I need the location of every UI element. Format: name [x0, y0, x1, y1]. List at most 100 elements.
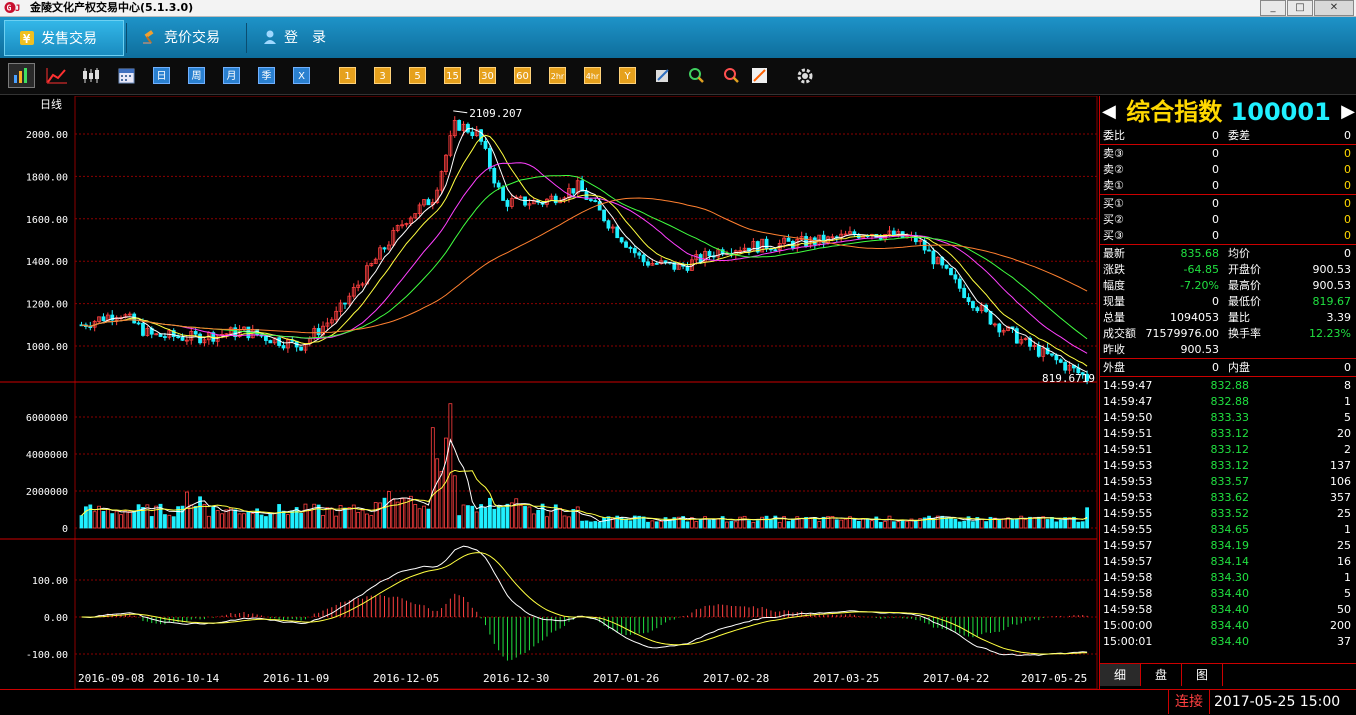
tick-time: 14:59:51 — [1103, 427, 1153, 440]
volume-bar — [1058, 519, 1063, 529]
svg-text:¥: ¥ — [23, 32, 31, 46]
volume-bar — [685, 521, 690, 529]
volume-bar — [584, 520, 589, 529]
maximize-button[interactable]: □ — [1287, 0, 1313, 16]
chart-panel[interactable]: 日线 2000.00 1800.00 1600.00 1400.00 1200.00 100… — [0, 95, 1098, 690]
volume-bar — [812, 517, 817, 529]
candle-body — [654, 262, 659, 265]
period-quarter-button[interactable]: 季 — [258, 67, 275, 84]
period-2hr-button[interactable]: 2hr — [549, 67, 566, 84]
tab-chart[interactable]: 图 — [1182, 664, 1223, 686]
prev-symbol-arrow-icon[interactable]: ◀ — [1102, 96, 1116, 128]
quote-v1: 900.53 — [1180, 343, 1220, 356]
volume-bar — [391, 499, 396, 529]
tick-price: 833.33 — [1210, 411, 1250, 424]
zoom-out-button[interactable] — [723, 67, 740, 84]
period-4hr-button[interactable]: 4hr — [584, 67, 601, 84]
quote-l1: 委比 — [1103, 129, 1125, 142]
period-year-button[interactable]: Y — [619, 67, 636, 84]
bar-chart-button[interactable] — [8, 63, 35, 88]
candle-body — [927, 249, 931, 252]
price-tick-label: 1400.00 — [26, 257, 68, 268]
draw-line-button[interactable] — [751, 67, 768, 84]
candle-body — [949, 267, 953, 276]
tick-price: 834.40 — [1210, 587, 1250, 600]
tab-issue-trading[interactable]: ¥ 发售交易 — [4, 20, 124, 56]
period-3min-button[interactable]: 3 — [374, 67, 391, 84]
quote-row: 昨收 900.53 — [1100, 342, 1356, 358]
minimize-button[interactable]: _ — [1260, 0, 1286, 16]
tab-detail[interactable]: 细 — [1100, 664, 1141, 686]
quote-v2: 900.53 — [1312, 279, 1352, 292]
macd-tick-label: -100.00 — [26, 650, 68, 661]
edit-icon — [656, 69, 669, 82]
candle-body — [931, 250, 936, 265]
tab-login[interactable]: 登 录 — [248, 20, 348, 56]
date-tick-label: 2016-12-05 — [373, 672, 439, 685]
kline-chart[interactable]: 日线 2000.00 1800.00 1600.00 1400.00 1200.00 100… — [0, 95, 1098, 690]
volume-bar — [531, 513, 536, 529]
line-chart-button[interactable] — [46, 67, 68, 84]
period-15min-button[interactable]: 15 — [444, 67, 461, 84]
volume-bar — [870, 520, 874, 529]
quote-row: 买③ 0 0 — [1100, 228, 1356, 244]
zoom-in-button[interactable] — [688, 67, 705, 84]
edit-button[interactable] — [654, 67, 671, 84]
volume-bar — [891, 521, 896, 529]
volume-bar — [751, 522, 756, 529]
period-month-button[interactable]: 月 — [223, 67, 240, 84]
settings-button[interactable] — [795, 67, 815, 84]
tick-price: 832.88 — [1210, 379, 1250, 392]
quote-row: 总量 1094053 量比 3.39 — [1100, 310, 1356, 326]
tab-bidding-trading[interactable]: 竞价交易 — [128, 20, 244, 56]
draw-line-icon — [752, 68, 767, 83]
volume-bar — [641, 516, 646, 529]
volume-bar — [483, 507, 488, 529]
index-name: 综合指数 — [1126, 98, 1223, 126]
quote-row: 外盘 0 内盘 0 — [1100, 360, 1356, 376]
tick-time: 14:59:51 — [1103, 443, 1153, 456]
quote-l1: 昨收 — [1103, 343, 1125, 356]
volume-bar — [307, 510, 312, 529]
period-30min-button[interactable]: 30 — [479, 67, 496, 84]
candle-body — [1063, 361, 1068, 371]
period-x-button[interactable]: X — [293, 67, 310, 84]
quote-l2: 均价 — [1228, 247, 1250, 260]
period-1min-button[interactable]: 1 — [339, 67, 356, 84]
candlestick-button[interactable] — [80, 67, 102, 84]
quote-v1: 0 — [1212, 179, 1219, 192]
volume-bar — [571, 509, 576, 529]
volume-bar — [373, 502, 378, 529]
volume-bar — [343, 507, 347, 529]
volume-bar — [839, 519, 844, 529]
volume-bar — [887, 515, 892, 529]
period-week-button[interactable]: 周 — [188, 67, 205, 84]
period-day-button[interactable]: 日 — [153, 67, 170, 84]
close-button[interactable]: ✕ — [1314, 0, 1354, 16]
period-60min-button[interactable]: 60 — [514, 67, 531, 84]
tab-book[interactable]: 盘 — [1141, 664, 1182, 686]
volume-bar — [514, 498, 519, 529]
candle-body — [1058, 359, 1063, 363]
tick-vol: 1 — [1344, 523, 1351, 536]
candle-body — [602, 209, 606, 222]
next-symbol-arrow-icon[interactable]: ▶ — [1341, 96, 1355, 128]
tick-vol: 137 — [1330, 459, 1351, 472]
volume-bar — [861, 518, 866, 529]
quote-v2: 0 — [1344, 197, 1351, 210]
calendar-button[interactable] — [118, 67, 135, 84]
tick-vol: 200 — [1330, 619, 1351, 632]
quote-l2: 量比 — [1228, 311, 1250, 324]
candle-body — [193, 331, 198, 335]
peak-price-label: 2109.207 — [469, 107, 522, 120]
quote-l1: 外盘 — [1103, 361, 1125, 374]
peak-marker — [453, 110, 468, 114]
tick-row: 14:59:58 834.40 5 — [1100, 586, 1356, 602]
svg-text:J: J — [15, 4, 20, 14]
tick-time: 14:59:53 — [1103, 475, 1153, 488]
quote-v1: 0 — [1212, 129, 1219, 142]
period-5min-button[interactable]: 5 — [409, 67, 426, 84]
volume-bar — [962, 520, 967, 529]
volume-bar — [92, 511, 97, 529]
quote-l1: 卖② — [1103, 163, 1124, 176]
